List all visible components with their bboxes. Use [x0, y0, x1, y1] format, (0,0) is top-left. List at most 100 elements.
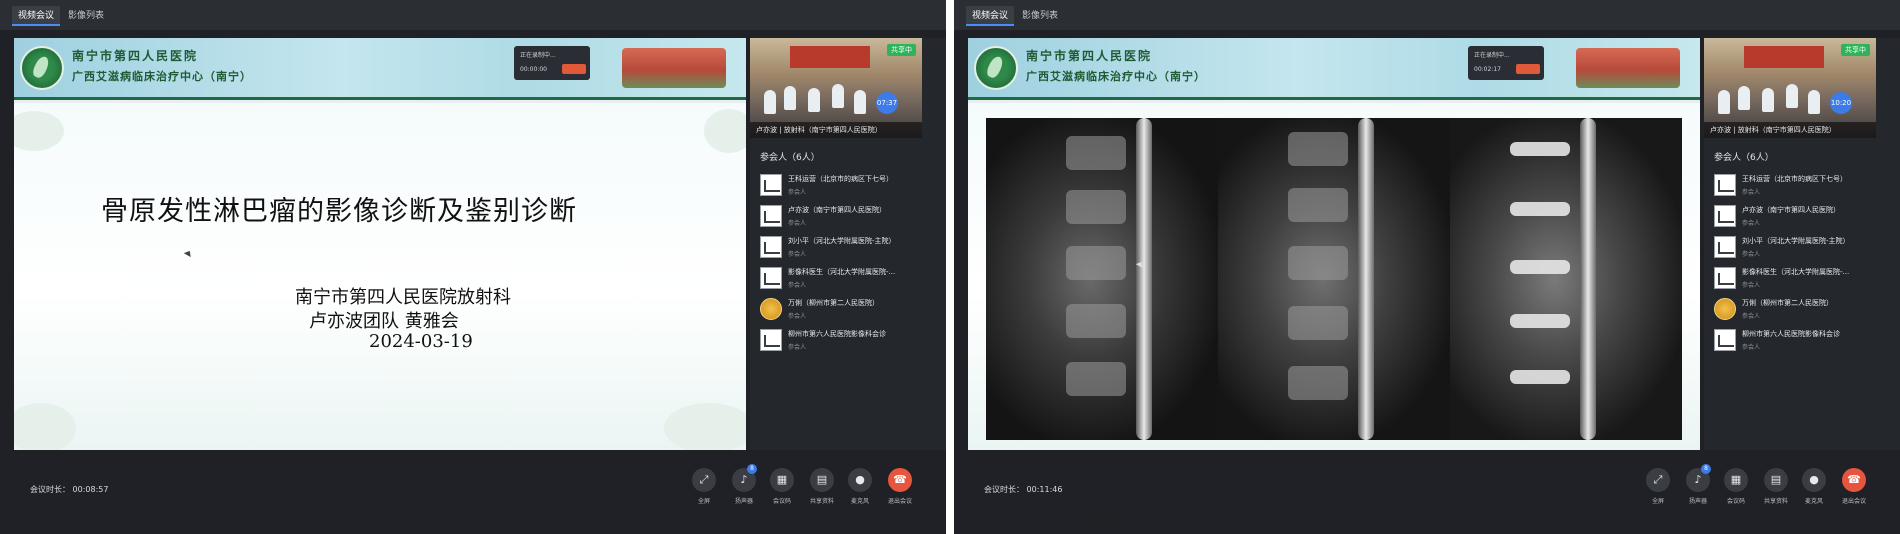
- control-label: 会议码: [1726, 498, 1745, 505]
- vertebra: [1066, 304, 1126, 338]
- fullscreen-icon: ⤢: [1646, 468, 1670, 492]
- header-banner-image: [1576, 48, 1680, 88]
- user-avatar-icon: [1714, 329, 1736, 351]
- participant-item[interactable]: 刘小平（河北大学附属医院-主院） 参会人: [1714, 232, 1894, 263]
- slide-title: 骨原发性淋巴瘤的影像诊断及鉴别诊断: [101, 196, 577, 227]
- vertebra: [1510, 260, 1570, 274]
- mri-sagittal-image-1: [986, 118, 1218, 440]
- meeting-duration: 会议时长： 00:08:57: [30, 485, 109, 494]
- tab-video-meeting[interactable]: 视频会议: [12, 6, 61, 26]
- video-person: [764, 90, 776, 114]
- recording-time: 00:00:00: [520, 66, 547, 73]
- user-avatar-icon: [760, 267, 782, 289]
- control-label: 共享资料: [809, 498, 834, 505]
- side-panel: 共享中 10:20 卢亦波 | 放射科（南宁市第四人民医院） 参会人（6人） 王…: [1704, 38, 1900, 450]
- decoration-flower: [14, 111, 64, 151]
- participant-role: 参会人: [1742, 344, 1761, 351]
- participant-role: 参会人: [788, 344, 807, 351]
- sharing-badge: 共享中: [1841, 44, 1870, 56]
- vertebra: [1066, 246, 1126, 280]
- fullscreen-button[interactable]: ⤢ 全屏: [1640, 468, 1676, 512]
- control-label: 扬声器: [734, 498, 753, 505]
- tab-image-list[interactable]: 影像列表: [1016, 6, 1064, 26]
- user-avatar-icon: [760, 236, 782, 258]
- participants-title: 参会人（6人）: [1714, 153, 1774, 163]
- participant-role: 参会人: [788, 313, 807, 320]
- participant-name: 万俐（柳州市第二人民医院）: [788, 299, 879, 307]
- video-caption: 卢亦波 | 放射科（南宁市第四人民医院）: [750, 122, 922, 138]
- user-avatar-icon: [760, 205, 782, 227]
- participant-item[interactable]: 刘小平（河北大学附属医院-主院） 参会人: [760, 232, 940, 263]
- user-avatar-icon: [760, 329, 782, 351]
- participant-item[interactable]: 影像科医生（河北大学附属医院-... 参会人: [760, 263, 940, 294]
- hospital-subtitle: 广西艾滋病临床治疗中心（南宁）: [1026, 70, 1206, 83]
- speaker-badge: 8: [1701, 464, 1711, 474]
- control-label: 会议码: [772, 498, 791, 505]
- presenter-video[interactable]: 共享中 10:20 卢亦波 | 放射科（南宁市第四人民医院）: [1704, 38, 1876, 138]
- vertebra: [1510, 370, 1570, 384]
- participant-item[interactable]: 王科运营（北京市的病区下七号） 参会人: [1714, 170, 1894, 201]
- participant-role: 参会人: [1742, 220, 1761, 227]
- control-label: 扬声器: [1688, 498, 1707, 505]
- microphone-button[interactable]: ● 麦克风: [1796, 468, 1832, 512]
- vertebra: [1510, 202, 1570, 216]
- microphone-button[interactable]: ● 麦克风: [842, 468, 878, 512]
- video-person: [854, 90, 866, 114]
- participant-item[interactable]: 卢亦波（南宁市第四人民医院） 参会人: [1714, 201, 1894, 232]
- presenter-video[interactable]: 共享中 07:37 卢亦波 | 放射科（南宁市第四人民医院）: [750, 38, 922, 138]
- sharing-badge: 共享中: [887, 44, 916, 56]
- participant-item[interactable]: 王科运营（北京市的病区下七号） 参会人: [760, 170, 940, 201]
- control-label: 共享资料: [1763, 498, 1788, 505]
- slide-header: 南宁市第四人民医院 广西艾滋病临床治疗中心（南宁） 正在录制中... 00:00…: [14, 38, 746, 100]
- participant-item[interactable]: 万俐（柳州市第二人民医院） 参会人: [1714, 294, 1894, 325]
- meeting-code-button[interactable]: ▦ 会议码: [1718, 468, 1754, 512]
- spinal-canal: [1580, 118, 1596, 440]
- participant-name: 刘小平（河北大学附属医院-主院）: [788, 237, 896, 245]
- speaker-button[interactable]: ♪ 8 扬声器: [726, 464, 762, 512]
- qr-code-icon: ▦: [770, 468, 794, 492]
- vertebra: [1066, 362, 1126, 396]
- qr-code-icon: ▦: [1724, 468, 1748, 492]
- participant-role: 参会人: [1742, 189, 1761, 196]
- panel-divider: [946, 0, 954, 534]
- shared-screen: 南宁市第四人民医院 广西艾滋病临床治疗中心（南宁） 正在录制中... 00:02…: [968, 38, 1700, 450]
- participant-name: 王科运营（北京市的病区下七号）: [788, 175, 893, 183]
- stop-recording-button[interactable]: [562, 64, 586, 74]
- share-materials-button[interactable]: ▤ 共享资料: [804, 468, 840, 512]
- hospital-logo-icon: [20, 46, 64, 90]
- share-materials-button[interactable]: ▤ 共享资料: [1758, 468, 1794, 512]
- vertebra: [1288, 188, 1348, 222]
- participant-item[interactable]: 柳州市第六人民医院影像科会诊 参会人: [1714, 325, 1894, 356]
- recording-indicator: 正在录制中... 00:02:17: [1468, 46, 1544, 80]
- participant-item[interactable]: 卢亦波（南宁市第四人民医院） 参会人: [760, 201, 940, 232]
- meeting-code-button[interactable]: ▦ 会议码: [764, 468, 800, 512]
- video-person: [832, 84, 844, 108]
- recording-label: 正在录制中...: [520, 52, 556, 59]
- user-avatar-icon: [1714, 267, 1736, 289]
- video-person: [1786, 84, 1798, 108]
- fullscreen-button[interactable]: ⤢ 全屏: [686, 468, 722, 512]
- participant-item[interactable]: 万俐（柳州市第二人民医院） 参会人: [760, 294, 940, 325]
- vertebra: [1066, 190, 1126, 224]
- participant-role: 参会人: [1742, 282, 1761, 289]
- mri-sagittal-image-3: [1450, 118, 1682, 440]
- speaker-badge: 8: [747, 464, 757, 474]
- leave-meeting-button[interactable]: ☎ 退出会议: [1836, 468, 1872, 512]
- control-label: 退出会议: [887, 498, 912, 505]
- control-label: 退出会议: [1841, 498, 1866, 505]
- participant-item[interactable]: 影像科医生（河北大学附属医院-... 参会人: [1714, 263, 1894, 294]
- video-timer-badge: 07:37: [876, 92, 898, 114]
- slide-department: 南宁市第四人民医院放射科: [295, 287, 511, 308]
- tab-image-list[interactable]: 影像列表: [62, 6, 110, 26]
- leave-meeting-button[interactable]: ☎ 退出会议: [882, 468, 918, 512]
- stop-recording-button[interactable]: [1516, 64, 1540, 74]
- speaker-button[interactable]: ♪ 8 扬声器: [1680, 464, 1716, 512]
- vertebra: [1510, 142, 1570, 156]
- control-label: 全屏: [697, 498, 710, 505]
- tab-video-meeting[interactable]: 视频会议: [966, 6, 1015, 26]
- video-background-banner: [790, 46, 870, 68]
- participant-item[interactable]: 柳州市第六人民医院影像科会诊 参会人: [760, 325, 940, 356]
- video-person: [808, 88, 820, 112]
- participant-role: 参会人: [1742, 251, 1761, 258]
- decoration-flower: [704, 109, 746, 153]
